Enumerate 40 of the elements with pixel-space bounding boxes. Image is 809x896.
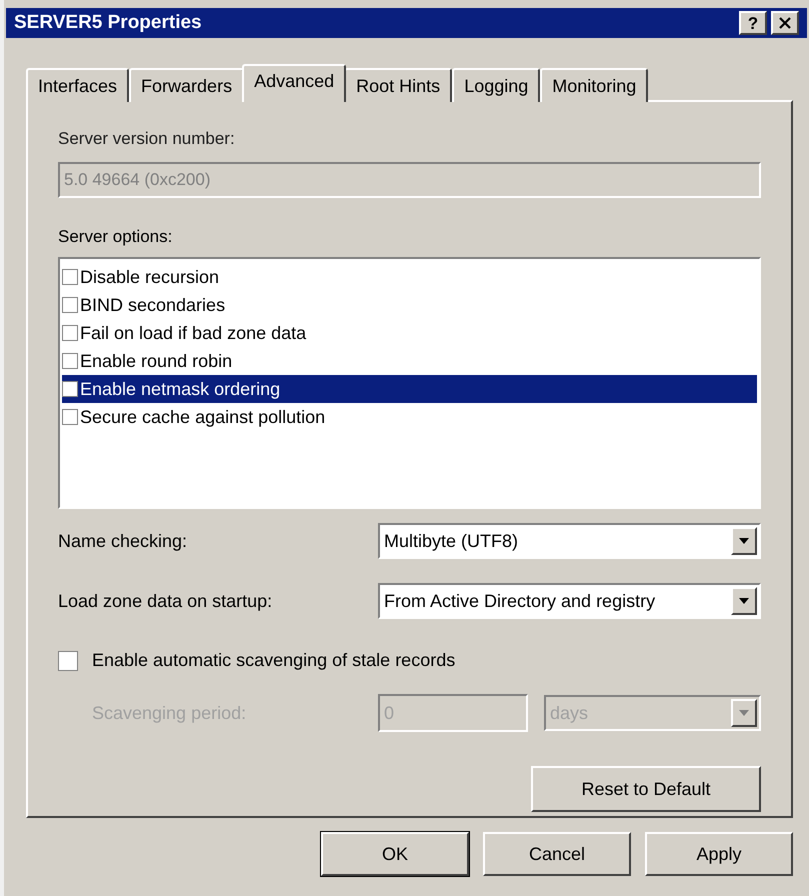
checkbox[interactable] — [62, 381, 78, 397]
option-item[interactable]: Disable recursion — [62, 263, 757, 291]
checkbox[interactable] — [62, 297, 78, 313]
tab[interactable]: Root Hints — [344, 68, 452, 102]
option-label: BIND secondaries — [80, 294, 226, 316]
tab[interactable]: Monitoring — [540, 68, 648, 102]
dropdown[interactable]: Multibyte (UTF8) — [378, 523, 761, 559]
option-item[interactable]: Enable netmask ordering — [62, 375, 757, 403]
checkbox[interactable] — [62, 409, 78, 425]
version-field: 5.0 49664 (0xc200) — [58, 162, 761, 198]
option-item[interactable]: Enable round robin — [62, 347, 757, 375]
option-label: Enable netmask ordering — [80, 378, 280, 401]
checkbox[interactable] — [62, 269, 78, 285]
option-label: Fail on load if bad zone data — [80, 322, 306, 344]
option-item[interactable]: Secure cache against pollution — [62, 403, 757, 431]
dialog-button[interactable]: Cancel — [483, 832, 631, 876]
dialog-button[interactable]: Apply — [645, 832, 793, 876]
help-button[interactable]: ? — [739, 11, 767, 35]
field-label: Load zone data on startup: — [58, 590, 274, 613]
tab[interactable]: Advanced — [242, 64, 346, 102]
option-item[interactable]: BIND secondaries — [62, 291, 757, 319]
tab[interactable]: Forwarders — [129, 68, 244, 102]
checkbox[interactable] — [62, 325, 78, 341]
checkbox[interactable] — [62, 353, 78, 369]
field-label: Server options: — [58, 226, 174, 248]
reset-button[interactable]: Reset to Default — [531, 766, 761, 812]
dropdown[interactable]: From Active Directory and registry — [378, 583, 761, 619]
option-label: Disable recursion — [80, 266, 220, 288]
field-label: Name checking: — [58, 530, 188, 553]
dialog-button[interactable]: OK — [321, 832, 469, 876]
checkbox[interactable] — [58, 650, 78, 670]
close-icon[interactable] — [771, 11, 799, 35]
window-title: SERVER5 Properties — [14, 10, 203, 35]
checkbox-label: Enable automatic scavenging of stale records — [92, 649, 456, 672]
option-label: Enable round robin — [80, 350, 232, 372]
option-item[interactable]: Fail on load if bad zone data — [62, 319, 757, 347]
field-label: Server version number: — [58, 128, 236, 150]
option-label: Secure cache against pollution — [80, 406, 326, 429]
tab[interactable]: Interfaces — [26, 68, 130, 102]
tab[interactable]: Logging — [452, 68, 540, 102]
